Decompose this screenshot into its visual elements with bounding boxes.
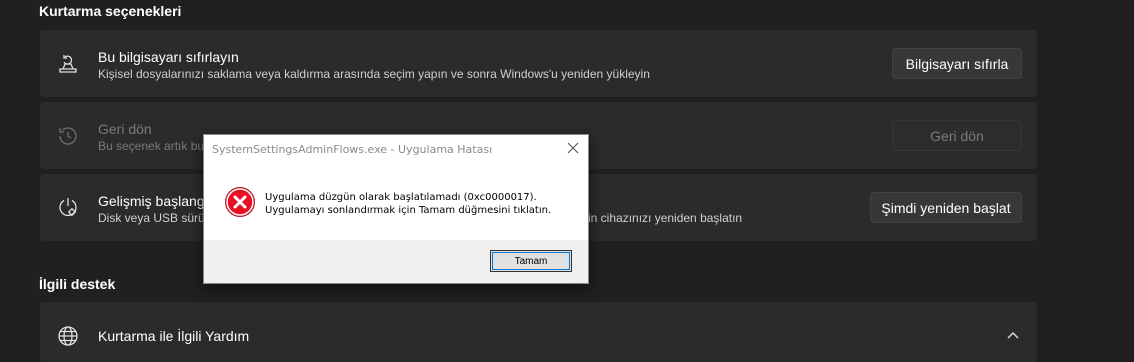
ok-button[interactable]: Tamam — [490, 250, 572, 272]
dialog-body: Uygulama düzgün olarak başlatılamadı (0x… — [204, 163, 588, 240]
advanced-startup-icon — [59, 198, 77, 217]
close-icon[interactable] — [566, 141, 580, 155]
error-icon — [225, 187, 255, 217]
go-back-title: Geri dön — [98, 121, 152, 137]
reset-pc-title: Bu bilgisayarı sıfırlayın — [98, 49, 239, 65]
dialog-message-line2: Uygulamayı sonlandırmak için Tamam düğme… — [265, 205, 552, 216]
reset-pc-description: Kişisel dosyalarınızı saklama veya kaldı… — [98, 67, 650, 81]
dialog-message-line1: Uygulama düzgün olarak başlatılamadı (0x… — [265, 192, 537, 203]
advanced-startup-description-tail: in cihazınızı yeniden başlatın — [588, 211, 743, 225]
recovery-help-item[interactable]: Kurtarma ile İlgili Yardım — [40, 302, 1037, 362]
related-support-title: İlgili destek — [39, 276, 116, 292]
advanced-startup-title: Gelişmiş başlangı — [98, 193, 209, 209]
reset-pc-icon — [59, 55, 77, 73]
history-icon — [59, 127, 77, 145]
globe-icon — [58, 326, 78, 346]
go-back-button[interactable]: Geri dön — [892, 120, 1022, 151]
dialog-message: Uygulama düzgün olarak başlatılamadı (0x… — [265, 191, 551, 217]
recovery-section-title: Kurtarma seçenekleri — [39, 3, 182, 19]
advanced-startup-description: Disk veya USB sürü — [98, 211, 205, 225]
error-dialog: SystemSettingsAdminFlows.exe - Uygulama … — [203, 134, 589, 284]
go-back-description: Bu seçenek artık bu — [98, 139, 205, 153]
reset-pc-card: Bu bilgisayarı sıfırlayın Kişisel dosyal… — [40, 30, 1037, 97]
reset-pc-button[interactable]: Bilgisayarı sıfırla — [892, 48, 1022, 79]
dialog-titlebar: SystemSettingsAdminFlows.exe - Uygulama … — [204, 135, 588, 163]
restart-now-button[interactable]: Şimdi yeniden başlat — [870, 192, 1022, 223]
chevron-up-icon[interactable] — [1006, 330, 1020, 340]
recovery-help-label: Kurtarma ile İlgili Yardım — [98, 328, 250, 344]
dialog-title: SystemSettingsAdminFlows.exe - Uygulama … — [212, 143, 493, 156]
dialog-footer: Tamam — [204, 240, 588, 283]
